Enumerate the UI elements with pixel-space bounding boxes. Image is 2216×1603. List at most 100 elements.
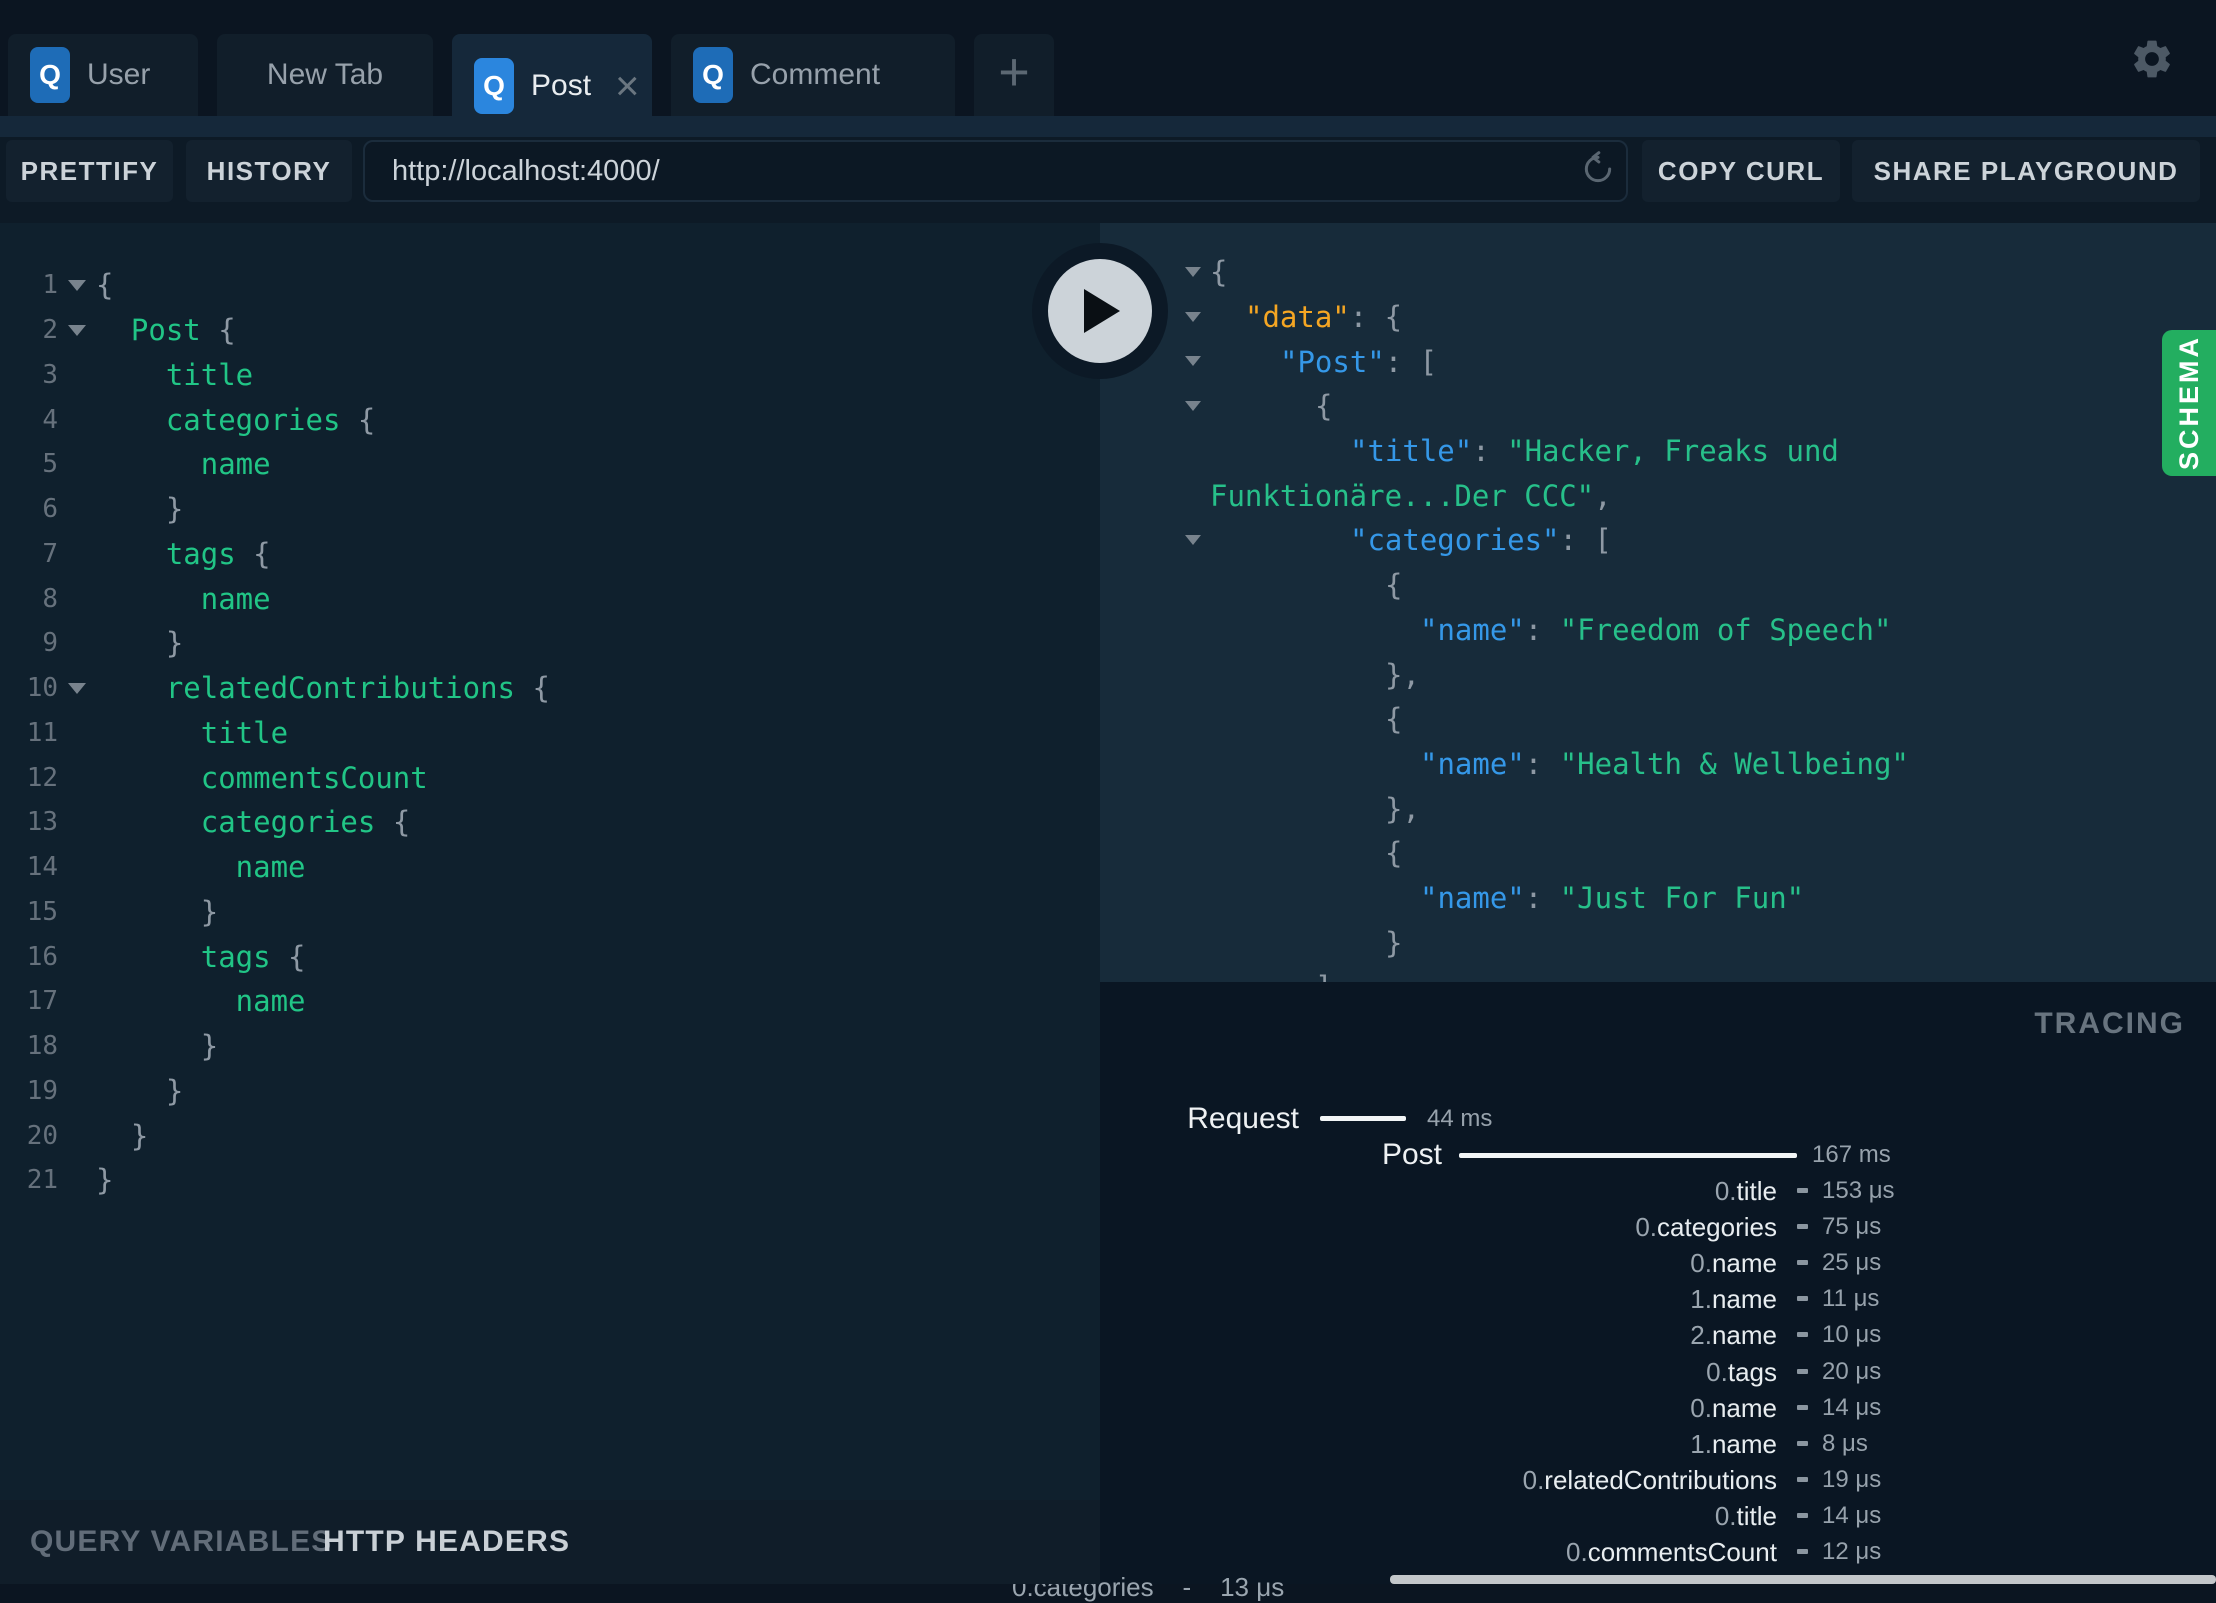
tab-post-active[interactable]: Q Post ×	[452, 34, 652, 137]
code-text: "name": "Just For Fun"	[1420, 880, 1805, 915]
tracing-post-label: Post	[1381, 1138, 1442, 1171]
line-number: 7	[42, 538, 58, 569]
editor-line[interactable]: 1{	[0, 263, 1100, 308]
editor-line[interactable]: 10 relatedContributions {	[0, 666, 1100, 711]
endpoint-url-input[interactable]: http://localhost:4000/	[363, 140, 1628, 202]
query-badge-icon: Q	[474, 57, 514, 114]
editor-line[interactable]: 5 name	[0, 442, 1100, 487]
editor-line[interactable]: 17 name	[0, 979, 1100, 1024]
code-text: categories {	[165, 402, 376, 437]
editor-line[interactable]: 14 name	[0, 845, 1100, 890]
copy-curl-button[interactable]: COPY CURL	[1642, 140, 1840, 202]
response-line: "name": "Just For Fun"	[1100, 876, 2216, 921]
editor-line[interactable]: 19}	[0, 1069, 1100, 1114]
line-number: 17	[26, 986, 58, 1017]
editor-line[interactable]: 3 title	[0, 353, 1100, 398]
editor-line[interactable]: 20}	[0, 1113, 1100, 1158]
fold-arrow-icon[interactable]	[1185, 311, 1201, 322]
fold-arrow-icon[interactable]	[68, 682, 86, 694]
editor-line[interactable]: 8 name	[0, 576, 1100, 621]
editor-line[interactable]: 9}	[0, 621, 1100, 666]
tracing-row: 0.relatedContributions 19 μs	[1100, 1462, 2216, 1498]
editor-line[interactable]: 2 Post {	[0, 308, 1100, 353]
schema-tab-button[interactable]: SCHEMA	[2162, 330, 2216, 476]
code-text: title	[200, 715, 289, 750]
response-line: ]	[1100, 965, 2216, 982]
code-text: tags {	[200, 939, 306, 974]
code-text: tags {	[165, 536, 271, 571]
resolver-path: 0.name	[1690, 1392, 1777, 1423]
response-line: {	[1100, 384, 2216, 429]
editor-line[interactable]: 13 categories {	[0, 800, 1100, 845]
tracing-request-bar	[1320, 1116, 1406, 1121]
response-line: },	[1100, 652, 2216, 697]
tracing-row: 1.name 8 μs	[1100, 1426, 2216, 1462]
tracing-title: TRACING	[2034, 1007, 2185, 1040]
response-lines: {"data": {"Post": [{"title": "Hacker, Fr…	[1100, 250, 2216, 982]
plus-icon: +	[998, 42, 1030, 102]
line-number: 2	[42, 315, 58, 346]
tracing-row: 0.commentsCount 12 μs	[1100, 1534, 2216, 1570]
response-pane[interactable]: {"data": {"Post": [{"title": "Hacker, Fr…	[1100, 223, 2216, 982]
query-variables-tab[interactable]: QUERY VARIABLES	[30, 1500, 333, 1584]
response-line: "data": {	[1100, 295, 2216, 340]
schema-tab-label: SCHEMA	[2173, 335, 2204, 471]
code-text: "name": "Health & Wellbeing"	[1420, 746, 1909, 781]
tracing-row: 0.name 14 μs	[1100, 1390, 2216, 1426]
resolver-path: 0.relatedContributions	[1522, 1464, 1777, 1495]
line-number: 13	[26, 807, 58, 838]
response-line: "title": "Hacker, Freaks und	[1100, 429, 2216, 474]
resolver-duration: 25 μs	[1822, 1249, 1882, 1277]
fold-arrow-icon[interactable]	[1185, 401, 1201, 412]
resolver-path: 0.title	[1714, 1500, 1777, 1531]
execute-button[interactable]	[1032, 243, 1168, 379]
editor-line[interactable]: 7 tags {	[0, 532, 1100, 577]
code-text: {	[1315, 389, 1333, 424]
code-text: name	[235, 850, 306, 885]
code-text: ]	[1100, 970, 1332, 982]
tab-label: User	[87, 58, 151, 91]
horizontal-scrollbar[interactable]	[1390, 1575, 2216, 1584]
toolbar: PRETTIFY HISTORY http://localhost:4000/ …	[0, 137, 2216, 223]
code-text: name	[200, 447, 271, 482]
tab-user[interactable]: Q User	[8, 34, 198, 116]
line-number: 19	[26, 1075, 58, 1106]
resolver-duration: 10 μs	[1822, 1321, 1882, 1349]
tracing-row: 1.name 11 μs	[1100, 1281, 2216, 1317]
fold-arrow-icon[interactable]	[1185, 356, 1201, 367]
resolver-path: 0.title	[1714, 1176, 1777, 1206]
fold-arrow-icon[interactable]	[1185, 535, 1201, 546]
editor-line[interactable]: 4 categories {	[0, 397, 1100, 442]
tracing-panel[interactable]: TRACING Request 44 ms Post 167 ms 0.titl…	[1100, 982, 2216, 1584]
editor-line[interactable]: 18}	[0, 1024, 1100, 1069]
editor-line[interactable]: 12 commentsCount	[0, 755, 1100, 800]
resolver-path: 2.name	[1690, 1320, 1777, 1351]
fold-arrow-icon[interactable]	[1185, 267, 1201, 277]
editor-line[interactable]: 11 title	[0, 711, 1100, 756]
resolver-duration: 19 μs	[1822, 1465, 1882, 1493]
code-text: Funktionäre...Der CCC",	[1210, 478, 1612, 513]
code-text: {	[1385, 702, 1403, 737]
http-headers-tab[interactable]: HTTP HEADERS	[323, 1500, 570, 1584]
fold-arrow-icon[interactable]	[68, 279, 86, 291]
editor-line[interactable]: 6}	[0, 487, 1100, 532]
settings-gear-icon[interactable]	[2129, 36, 2175, 82]
close-tab-icon[interactable]: ×	[615, 64, 640, 107]
tab-new-tab[interactable]: New Tab	[217, 34, 433, 116]
share-playground-button[interactable]: SHARE PLAYGROUND	[1852, 140, 2200, 202]
resolver-bar	[1797, 1368, 1808, 1374]
editor-line[interactable]: 15}	[0, 890, 1100, 935]
code-text: {	[1385, 568, 1403, 603]
resolver-duration: 12 μs	[1822, 1538, 1882, 1565]
resolver-bar	[1797, 1476, 1808, 1482]
editor-line[interactable]: 21}	[0, 1158, 1100, 1203]
query-editor-pane[interactable]: 1{2 Post {3 title 4 categories {5 name 6} 7 tags…	[0, 223, 1100, 1500]
tab-comment[interactable]: Q Comment	[671, 34, 955, 116]
history-button[interactable]: HISTORY	[186, 140, 352, 202]
reload-icon[interactable]	[1578, 149, 1618, 189]
code-text: {	[96, 268, 114, 303]
prettify-button[interactable]: PRETTIFY	[6, 140, 173, 202]
add-tab-button[interactable]: +	[974, 34, 1054, 116]
editor-line[interactable]: 16 tags {	[0, 934, 1100, 979]
fold-arrow-icon[interactable]	[68, 324, 86, 336]
